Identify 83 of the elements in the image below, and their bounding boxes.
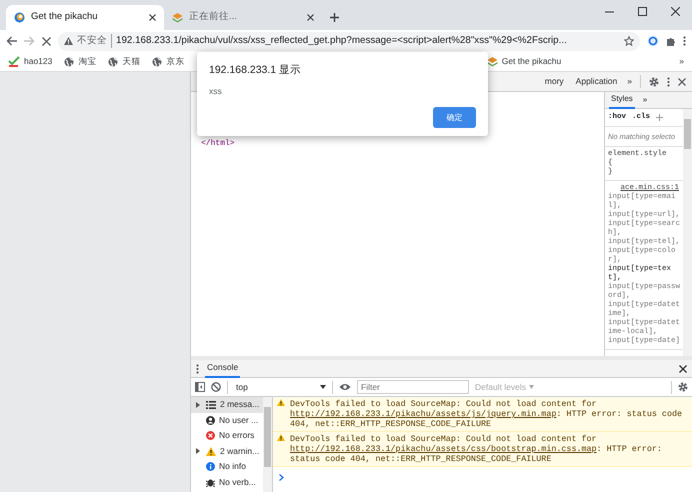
sidebar-item[interactable]: No info [191,459,263,474]
devtools-tab[interactable]: mory [542,72,566,92]
close-icon[interactable] [307,14,314,21]
settings-icon[interactable] [678,382,688,392]
add-icon[interactable] [656,114,664,121]
error-icon [206,431,215,440]
expand-arrow-icon[interactable] [196,402,200,408]
source-map-link[interactable]: http://192.168.233.1/pikachu/assets/css/bootstrap.min.css.map [290,444,597,454]
source-map-link[interactable]: http://192.168.233.1/pikachu/assets/js/jquery.min.map [290,409,556,419]
stop-icon[interactable] [42,36,51,46]
sidebar-item[interactable]: No errors [191,428,263,444]
expand-arrow-icon[interactable] [196,448,200,454]
sidebar-item[interactable]: No verb... [191,474,263,490]
scrollbar[interactable] [683,109,692,356]
console-message: DevTools failed to load SourceMap: Could not load content for http://192.168.233.1/pikachu/assets/css/bootstrap.min.css.map: HTTP error: status code 404, net::ERR_HTTP_RESPONSE_CODE_FAILURE [290,434,663,464]
sidebar-item[interactable]: No user ... [191,412,263,428]
globe-icon [64,56,74,66]
globe-icon [108,56,118,66]
filter-label: No info [219,460,246,474]
bookmark[interactable]: 淘宝 [64,55,96,68]
warning-icon [277,399,285,406]
url-text: 192.168.233.1/pikachu/vul/xss/xss_reflected_get.php?message=<script>alert%28"xss"%29<%2Fscrip... [116,34,568,48]
html-tag: </html> [201,139,235,148]
filter-label: 2 messa... [220,398,260,412]
globe-icon [152,56,162,66]
filter-field[interactable]: Filter [357,380,469,394]
more-options-icon[interactable] [667,76,670,86]
scrollbar[interactable] [263,397,272,492]
user-icon [206,416,215,425]
more-options-icon[interactable] [196,364,199,374]
close-icon[interactable] [149,14,156,21]
checkmark-logo-icon [8,56,20,67]
warning-icon [64,37,73,45]
filter-label: No user ... [219,414,258,427]
bookmark[interactable]: 京东 [152,55,184,68]
security-label: 不安全 [77,34,112,48]
close-icon[interactable] [678,78,686,86]
bookmark[interactable]: 天猫 [108,55,140,68]
filter-label: No errors [219,429,254,442]
devtools-tab[interactable]: Application [574,72,620,92]
swirl-logo-icon [14,12,25,23]
eye-icon[interactable] [339,383,351,391]
sidebar-item[interactable]: 2 messa... [191,397,263,412]
browser-tab[interactable]: 正在前往... [164,5,322,30]
star-icon[interactable] [624,36,634,46]
ok-button[interactable]: 确定 [433,107,476,128]
close-icon[interactable] [671,7,680,16]
filter-label: 2 warnin... [220,444,260,458]
clear-icon[interactable] [211,382,221,392]
styles-tab[interactable]: Styles [609,92,635,108]
dialog-message: xss [209,84,223,98]
new-tab-icon[interactable] [330,13,339,22]
dialog-title: 192.168.233.1 显示 [209,63,302,78]
maximize-icon[interactable] [638,7,647,16]
prompt-chevron-icon[interactable] [279,474,284,481]
dropdown-caret-icon [320,385,326,389]
menu-icon[interactable] [683,36,686,46]
back-arrow-icon[interactable] [6,36,17,46]
info-icon [206,462,215,472]
more-tabs-button[interactable]: » [627,75,632,88]
close-icon[interactable] [679,364,687,372]
bookmark[interactable]: hao123 [8,55,52,68]
bug-icon [206,478,215,487]
stacked-layers-icon [172,12,183,23]
profile-icon[interactable] [647,35,659,47]
dropdown-caret-icon [529,385,534,389]
more-tabs-button[interactable]: » [642,94,648,106]
console-message: DevTools failed to load SourceMap: Could not load content for http://192.168.233.1/pikachu/assets/js/jquery.min.map: HTTP error: status code 404, net::ERR_HTTP_RESPONSE_CODE_FAILURE [290,399,684,429]
more-bookmarks-button[interactable]: » [679,55,684,68]
sidebar-item[interactable]: 2 warnin... [191,444,263,459]
warning-icon [206,446,216,456]
address-bar[interactable]: 不安全 192.168.233.1/pikachu/vul/xss/xss_reflected_get.php?message=<script>alert%28"xss"%29<%2Fscrip... [58,32,640,50]
bookmark[interactable]: Get the pikachu [486,55,562,68]
browser-tab[interactable]: Get the pikachu [6,5,164,30]
stacked-layers-icon [486,56,498,67]
settings-icon[interactable] [649,76,659,86]
sidebar-toggle-icon[interactable] [195,382,205,392]
puzzle-icon[interactable] [666,36,676,46]
context-select[interactable]: top [234,380,326,394]
filter-label: No verb... [219,476,256,489]
console-tab[interactable]: Console [205,360,240,378]
list-icon [206,400,216,409]
warning-icon [277,434,285,441]
